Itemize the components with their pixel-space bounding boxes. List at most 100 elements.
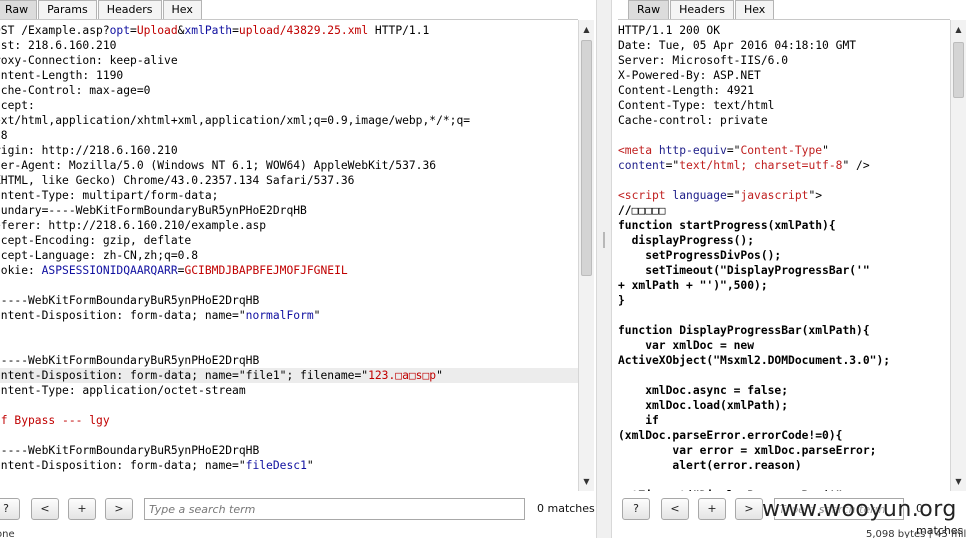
tab-params[interactable]: Params <box>38 0 97 19</box>
request-line: ontent-Disposition: form-data; name="fil… <box>0 458 578 473</box>
response-line: HTTP/1.1 200 OK <box>618 23 950 38</box>
response-line: if <box>618 413 950 428</box>
response-line: (xmlDoc.parseError.errorCode!=0){ <box>618 428 950 443</box>
response-line: alert(error.reason) <box>618 458 950 473</box>
search-input[interactable] <box>144 498 525 520</box>
response-scrollbar[interactable]: ▲ ▼ <box>950 20 966 491</box>
request-editor[interactable]: OST /Example.asp?opt=Upload&xmlPath=uplo… <box>0 19 578 491</box>
request-line: ontent-Type: application/octet-stream <box>0 383 578 398</box>
splitter-grip-icon <box>603 232 605 248</box>
next-match-button[interactable]: > <box>105 498 133 520</box>
request-token: = <box>232 24 239 37</box>
response-token: Content-Type <box>740 144 823 157</box>
response-token: Content-Length: 4921 <box>618 84 755 97</box>
response-line <box>618 473 950 488</box>
request-token: ontent-Disposition: form-data; name="fil… <box>0 369 369 382</box>
request-token: ontent-Disposition: form-data; name=" <box>0 309 246 322</box>
response-token: javascript <box>740 189 809 202</box>
scroll-thumb[interactable] <box>581 40 592 276</box>
request-line: .8 <box>0 128 578 143</box>
response-token: <meta <box>618 144 653 157</box>
response-token: <script <box>618 189 666 202</box>
response-token: text/html; charset=utf-8 <box>679 159 843 172</box>
response-token: alert(error.reason) <box>618 459 802 472</box>
scroll-up-arrow-icon[interactable]: ▲ <box>951 22 966 37</box>
response-token: (xmlDoc.parseError.errorCode!=0){ <box>618 429 843 442</box>
request-scrollbar[interactable]: ▲ ▼ <box>578 20 594 491</box>
response-token: language <box>672 189 727 202</box>
scroll-down-arrow-icon[interactable]: ▼ <box>579 474 594 489</box>
response-line: function startProgress(xmlPath){ <box>618 218 950 233</box>
request-token: = <box>130 24 137 37</box>
tab-headers[interactable]: Headers <box>97 0 162 19</box>
pane-splitter[interactable] <box>596 0 612 538</box>
tab-hex[interactable]: Hex <box>734 0 775 19</box>
response-line <box>618 308 950 323</box>
response-line: var error = xmlDoc.parseError; <box>618 443 950 458</box>
response-token: setTimeout("DisplayProgressBar('" + <box>618 489 856 491</box>
request-line <box>0 278 578 293</box>
request-line: -----WebKitFormBoundaryBuR5ynPHoE2DrqHB <box>0 353 578 368</box>
request-token: -----WebKitFormBoundaryBuR5ynPHoE2DrqHB <box>0 354 260 367</box>
response-token: xmlDoc.load(xmlPath); <box>618 399 789 412</box>
response-token: =" <box>726 144 741 157</box>
request-line <box>0 338 578 353</box>
response-text[interactable]: HTTP/1.1 200 OK Date: Tue, 05 Apr 2016 04… <box>618 20 950 491</box>
request-text[interactable]: OST /Example.asp?opt=Upload&xmlPath=uplo… <box>0 20 578 473</box>
request-line: ookie: ASPSESSIONIDQAARQARR=GCIBMDJBAPBF… <box>0 263 578 278</box>
request-token: ontent-Type: multipart/form-data; <box>0 189 219 202</box>
request-line: roxy-Connection: keep-alive <box>0 53 578 68</box>
request-token: .8 <box>0 129 8 142</box>
request-token: eferer: http://218.6.160.210/example.asp <box>0 219 267 232</box>
request-token: normalForm <box>245 309 314 322</box>
response-token: + xmlPath + "')",500); <box>618 279 768 292</box>
response-line: <script language="javascript"> <box>618 188 950 203</box>
previous-match-button[interactable]: < <box>661 498 689 520</box>
response-editor[interactable]: HTTP/1.1 200 OK Date: Tue, 05 Apr 2016 04… <box>618 19 950 491</box>
request-line: -----WebKitFormBoundaryBuR5ynPHoE2DrqHB <box>0 443 578 458</box>
response-line: Content-Length: 4921 <box>618 83 950 98</box>
response-token: } <box>618 294 625 307</box>
request-token: ookie: <box>0 264 35 277</box>
scroll-up-arrow-icon[interactable]: ▲ <box>579 22 594 37</box>
help-button[interactable]: ? <box>622 498 650 520</box>
tab-hex[interactable]: Hex <box>162 0 202 19</box>
response-token: ActiveXObject("Msxml2.DOMDocument.3.0"); <box>618 354 891 367</box>
search-input[interactable] <box>774 498 904 520</box>
next-match-button[interactable]: > <box>735 498 763 520</box>
response-token: X-Powered-By: ASP.NET <box>618 69 761 82</box>
scroll-thumb[interactable] <box>953 42 964 98</box>
response-line: Date: Tue, 05 Apr 2016 04:18:10 GMT <box>618 38 950 53</box>
response-token: function startProgress(xmlPath){ <box>618 219 836 232</box>
request-token: GCIBMDJBAPBFEJMOFJFGNEIL <box>184 264 348 277</box>
request-line: oundary=----WebKitFormBoundaryBuR5ynPHoE… <box>0 203 578 218</box>
response-token: Date: Tue, 05 Apr 2016 04:18:10 GMT <box>618 39 857 52</box>
response-line: setTimeout("DisplayProgressBar('" <box>618 263 950 278</box>
add-button[interactable]: + <box>698 498 726 520</box>
tab-headers[interactable]: Headers <box>670 0 734 19</box>
tab-raw[interactable]: Raw <box>0 0 38 19</box>
previous-match-button[interactable]: < <box>31 498 59 520</box>
response-line: //□□□□□ <box>618 203 950 218</box>
response-line <box>618 128 950 143</box>
response-token: " /> <box>842 159 870 172</box>
response-token: Cache-control: private <box>618 114 768 127</box>
response-line: } <box>618 293 950 308</box>
response-token: " <box>822 144 829 157</box>
scroll-down-arrow-icon[interactable]: ▼ <box>951 474 966 489</box>
response-tab-bar: Raw Headers Hex <box>628 0 775 19</box>
request-token: xmlPath <box>184 24 233 37</box>
request-token: KHTML, like Gecko) Chrome/43.0.2357.134 … <box>0 174 355 187</box>
request-token: " <box>306 459 314 472</box>
add-button[interactable]: + <box>68 498 96 520</box>
response-line: setTimeout("DisplayProgressBar('" + <box>618 488 950 491</box>
response-line: + xmlPath + "')",500); <box>618 278 950 293</box>
request-line: ccept-Encoding: gzip, deflate <box>0 233 578 248</box>
request-token: af Bypass --- lgy <box>0 414 110 427</box>
tab-raw[interactable]: Raw <box>628 0 670 19</box>
help-button[interactable]: ? <box>0 498 20 520</box>
request-token: 123.□a□s□p <box>368 369 437 382</box>
match-count: 0 matches <box>537 502 595 515</box>
response-line: xmlDoc.load(xmlPath); <box>618 398 950 413</box>
response-line: content="text/html; charset=utf-8" /> <box>618 158 950 173</box>
